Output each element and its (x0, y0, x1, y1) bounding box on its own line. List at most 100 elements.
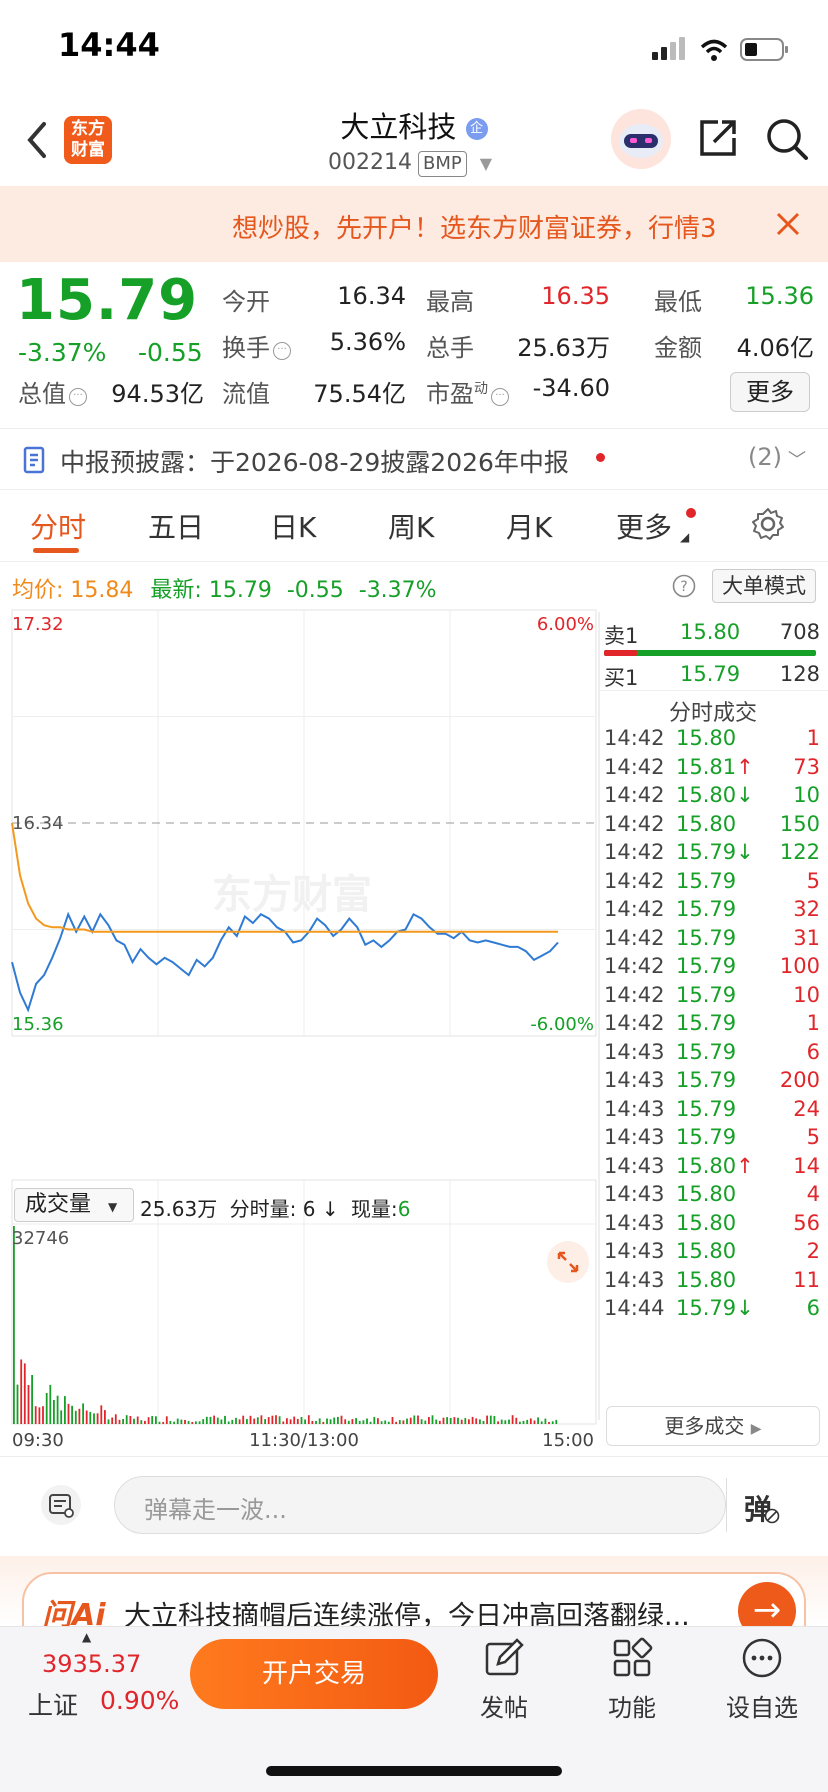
more-quote-button[interactable]: 更多 (730, 372, 810, 412)
notice-count[interactable]: (2) (748, 443, 782, 471)
volume-bar (74, 1410, 77, 1424)
volume-bar (187, 1421, 190, 1424)
change-pct: -3.37% (18, 338, 107, 367)
quote-label-0: 今开 (222, 288, 270, 316)
change-value: -0.55 (138, 338, 203, 367)
trade-volume: 122 (779, 840, 820, 864)
volume-bar (511, 1415, 514, 1424)
volume-bar (213, 1415, 215, 1424)
nav-functions-label: 功能 (608, 1694, 656, 1722)
index-value[interactable]: 3935.37 (42, 1650, 141, 1678)
tab-intraday[interactable]: 分时 (30, 506, 86, 546)
volume-indicator-select[interactable]: 成交量 ▼ (14, 1188, 134, 1222)
stock-code-line[interactable]: 002214 BMP ▼ (328, 150, 492, 177)
trade-time: 14:42 (604, 726, 665, 750)
search-icon[interactable] (764, 116, 810, 162)
volume-bar (13, 1226, 15, 1424)
more-trades-button[interactable]: 更多成交 ▶ (606, 1406, 820, 1446)
volume-bar (158, 1421, 161, 1424)
volume-bar (82, 1403, 84, 1424)
bid-volume: 128 (779, 662, 820, 686)
volume-bar (522, 1420, 525, 1424)
robot-assistant-icon[interactable] (610, 108, 672, 170)
trade-volume: 150 (779, 811, 820, 836)
tab-weekly-k[interactable]: 周K (388, 506, 434, 546)
x-label-close: 15:00 (542, 1430, 594, 1451)
trade-price: 15.79 (676, 897, 737, 921)
volume-bar (428, 1417, 430, 1424)
share-icon[interactable] (696, 116, 740, 160)
battery-icon (740, 38, 788, 61)
nav-add-watchlist[interactable]: 设自选 (712, 1636, 812, 1723)
quote-value-2: 15.36 (745, 282, 814, 310)
index-pct[interactable]: 0.90% (100, 1686, 179, 1715)
volume-bar (16, 1384, 19, 1424)
trade-arrow-icon: ↑ (736, 1153, 754, 1178)
trade-time: 14:43 (604, 1068, 665, 1092)
chart-labels: 17.32 15.36 6.00% -6.00% 16.34 32746 09:30 11:3… (12, 614, 594, 1451)
trade-time: 14:43 (604, 1182, 665, 1206)
help-icon[interactable]: ? (672, 574, 696, 598)
volume-bar (384, 1420, 387, 1424)
bid-label: 买1 (604, 666, 639, 690)
collapse-up-icon[interactable]: ▲ (82, 1630, 91, 1644)
report-icon (23, 446, 45, 474)
volume-bar (136, 1416, 139, 1424)
volume-bar (191, 1422, 194, 1424)
expand-icon[interactable] (546, 1240, 590, 1284)
volume-bar (140, 1420, 143, 1424)
quote-value-1: 16.35 (541, 282, 610, 310)
dropdown-icon: ▼ (108, 1200, 118, 1214)
trade-time: 14:44 (604, 1296, 665, 1320)
tab-monthly-k[interactable]: 月K (506, 506, 552, 546)
chevron-down-icon[interactable]: ﹀ (788, 446, 806, 472)
quote-label-4: 总手 (426, 334, 474, 362)
nav-functions[interactable]: 功能 (582, 1636, 682, 1723)
volume-bar (184, 1420, 186, 1424)
volume-bar (227, 1421, 230, 1424)
comment-list-icon[interactable] (40, 1484, 82, 1526)
volume-bar (235, 1417, 237, 1424)
trade-time: 14:42 (604, 783, 665, 807)
index-name[interactable]: 上证 (28, 1686, 78, 1722)
banner-text[interactable]: 想炒股，先开户！选东方财富证券，行情3 (232, 208, 752, 245)
notice-text[interactable]: 中报预披露：于2026-08-29披露2026年中报 (60, 443, 569, 479)
nav-post[interactable]: 发帖 (454, 1636, 554, 1723)
volume-bar (307, 1415, 310, 1424)
ask-1-row: 卖1 15.80 708 (604, 620, 824, 650)
intraday-chart[interactable]: 东方财富 17.32 15.36 6.00% -6.00% 16.34 32746 09:3… (0, 608, 600, 1458)
trade-price: 15.80 (676, 1267, 737, 1292)
grid-functions-icon (613, 1637, 653, 1677)
volume-area (13, 1226, 558, 1424)
trade-volume: 32 (793, 897, 820, 921)
volume-bar (475, 1418, 478, 1424)
settings-gear-icon[interactable] (750, 506, 786, 542)
status-time: 14:44 (58, 26, 160, 64)
nav-post-label: 发帖 (480, 1694, 528, 1722)
unread-dot (596, 453, 605, 462)
volume-bar (300, 1417, 303, 1424)
more-trades-label: 更多成交 (664, 1414, 745, 1438)
trade-price: 15.80↑ (676, 1153, 754, 1178)
danmu-placeholder[interactable]: 弹幕走一波... (144, 1490, 287, 1525)
trade-time: 14:43 (604, 1125, 665, 1149)
volume-bar (278, 1416, 281, 1424)
trade-volume: 56 (793, 1210, 820, 1235)
volume-bar (315, 1420, 317, 1424)
quote-value-0: 16.34 (337, 282, 406, 310)
ask-price: 15.80 (680, 620, 741, 644)
tab-five-day[interactable]: 五日 (148, 506, 204, 546)
volume-bar (417, 1415, 419, 1424)
close-icon[interactable] (774, 210, 802, 238)
volume-bar (162, 1421, 165, 1424)
tab-more[interactable]: 更多 (616, 506, 672, 546)
volume-bar (508, 1419, 510, 1424)
big-order-mode-button[interactable]: 大单模式 (712, 569, 816, 603)
tab-daily-k[interactable]: 日K (270, 506, 316, 546)
volume-bar (173, 1421, 175, 1424)
volume-bar (253, 1418, 256, 1424)
trade-volume: 1 (806, 1011, 820, 1035)
latest-pct: -3.37% (358, 578, 437, 603)
open-account-trade-button[interactable]: 开户交易 (190, 1639, 438, 1709)
stock-code: 002214 (328, 150, 412, 175)
